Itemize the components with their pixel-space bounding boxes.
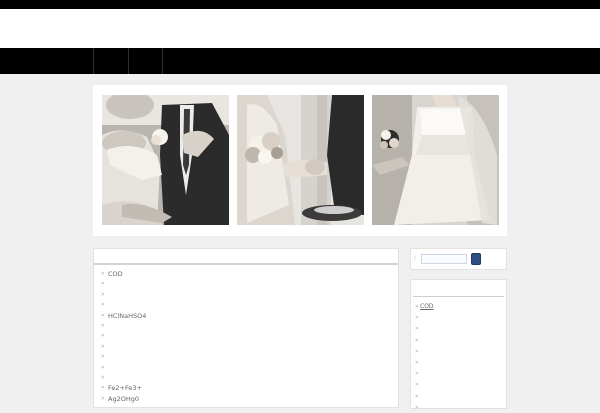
list-item[interactable]: » bbox=[94, 321, 398, 331]
bullet-icon: » bbox=[101, 363, 105, 371]
bullet-icon: » bbox=[415, 347, 419, 355]
sidebar-item: » bbox=[411, 368, 506, 379]
sidebar-item: » bbox=[411, 346, 506, 357]
main-content-panel: » COD » » » » HClNaHSO4 » » » » » » » Fe2+F… bbox=[93, 248, 399, 408]
bullet-icon: » bbox=[101, 311, 105, 319]
list-item[interactable]: » bbox=[94, 363, 398, 373]
sidebar-item: » bbox=[411, 323, 506, 334]
list-item[interactable]: » bbox=[94, 290, 398, 300]
sidebar-item: » bbox=[411, 312, 506, 323]
sidebar-header bbox=[413, 280, 504, 297]
bullet-icon: » bbox=[101, 394, 105, 402]
search-button[interactable] bbox=[471, 253, 481, 265]
sidebar-link[interactable]: COD bbox=[420, 303, 434, 310]
bullet-icon: » bbox=[415, 325, 419, 333]
list-item[interactable]: » bbox=[94, 331, 398, 341]
list-item[interactable]: » bbox=[94, 352, 398, 362]
wedding-photo-rings bbox=[237, 95, 364, 225]
panel-header bbox=[94, 249, 398, 265]
site-header bbox=[0, 9, 600, 48]
sidebar-item: » bbox=[411, 357, 506, 368]
sidebar-item: » bbox=[411, 391, 506, 402]
bullet-icon: » bbox=[101, 373, 105, 381]
bullet-icon: » bbox=[101, 384, 105, 392]
nav-item[interactable] bbox=[129, 48, 162, 74]
sidebar-item: » bbox=[411, 335, 506, 346]
bullet-icon: » bbox=[101, 353, 105, 361]
search-widget: : bbox=[410, 248, 507, 270]
list-item[interactable]: » bbox=[94, 300, 398, 310]
wedding-photo-couple bbox=[102, 95, 229, 225]
bullet-icon: » bbox=[101, 342, 105, 350]
bullet-icon: » bbox=[415, 392, 419, 400]
bullet-icon: » bbox=[101, 321, 105, 329]
bullet-icon: » bbox=[101, 301, 105, 309]
nav-separator bbox=[162, 48, 163, 74]
sidebar-list: » COD » » » » » » » » » bbox=[411, 297, 506, 413]
sidebar-item: » bbox=[411, 402, 506, 413]
article-list: » COD » » » » HClNaHSO4 » » » » » » » Fe2+F… bbox=[94, 265, 398, 404]
top-strip bbox=[0, 0, 600, 9]
bullet-icon: » bbox=[415, 403, 419, 411]
bullet-icon: » bbox=[415, 303, 419, 310]
bullet-icon: » bbox=[415, 370, 419, 378]
bullet-icon: » bbox=[101, 280, 105, 288]
list-item[interactable]: » HClNaHSO4 bbox=[94, 311, 398, 321]
bullet-icon: » bbox=[415, 358, 419, 366]
nav-bar bbox=[0, 48, 600, 74]
list-item[interactable]: » Ag2OHg0 bbox=[94, 394, 398, 404]
bullet-icon: » bbox=[415, 381, 419, 389]
nav-item[interactable] bbox=[94, 48, 128, 74]
list-item[interactable]: » Fe2+Fe3+ bbox=[94, 383, 398, 393]
header-photo-gallery bbox=[93, 85, 507, 236]
list-item[interactable]: » bbox=[94, 279, 398, 289]
search-input[interactable] bbox=[421, 254, 467, 264]
bullet-icon: » bbox=[101, 290, 105, 298]
bullet-icon: » bbox=[101, 332, 105, 340]
list-item[interactable]: » COD bbox=[94, 269, 398, 279]
sidebar-item: » bbox=[411, 379, 506, 390]
sidebar-item: » COD bbox=[411, 301, 506, 312]
bullet-icon: » bbox=[415, 336, 419, 344]
bullet-icon: » bbox=[415, 314, 419, 322]
search-label: : bbox=[414, 254, 417, 261]
list-item[interactable]: » bbox=[94, 373, 398, 383]
sidebar-widget: » COD » » » » » » » » » bbox=[410, 279, 507, 411]
bullet-icon: » bbox=[101, 270, 105, 277]
list-item[interactable]: » bbox=[94, 342, 398, 352]
wedding-photo-bride bbox=[372, 95, 499, 225]
